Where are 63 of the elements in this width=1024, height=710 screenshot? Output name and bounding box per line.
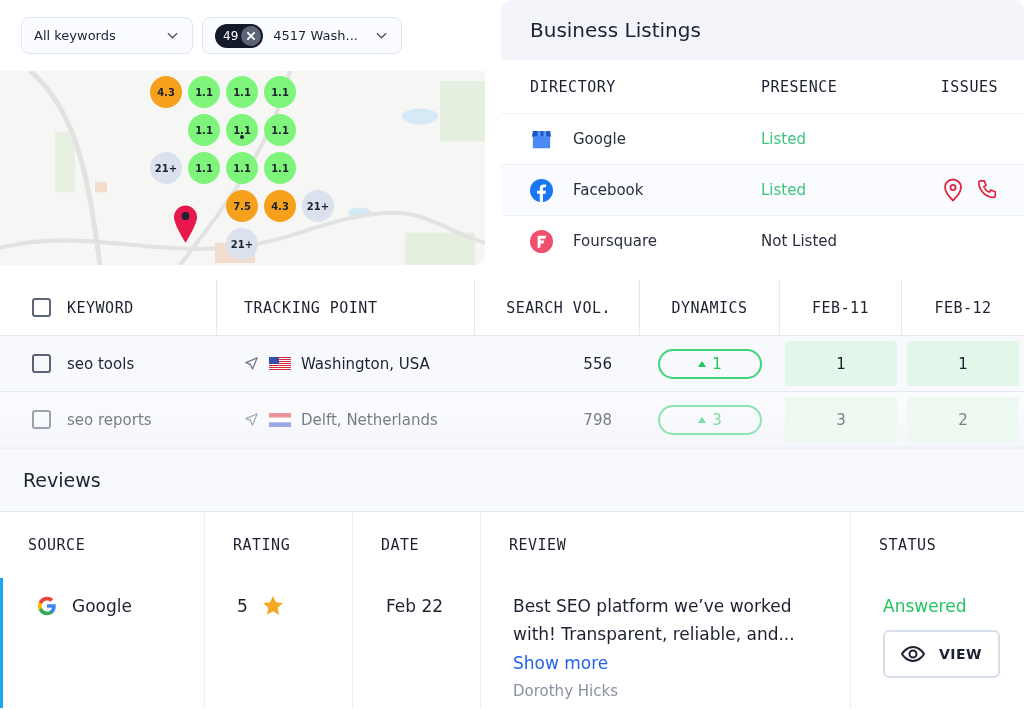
- source-name: Google: [72, 595, 132, 618]
- close-icon[interactable]: [241, 25, 262, 46]
- presence-status: Not Listed: [761, 232, 839, 250]
- column-header: RATING: [233, 536, 291, 554]
- location-text: Delft, Netherlands: [301, 410, 438, 429]
- column-header: DYNAMICS: [671, 298, 748, 317]
- position-cell: 1: [907, 341, 1019, 386]
- directory-name: Google: [573, 130, 626, 148]
- checkbox[interactable]: [32, 354, 51, 373]
- keyword-text: seo reports: [67, 410, 152, 429]
- column-header: KEYWORD: [67, 298, 134, 317]
- show-more-link[interactable]: Show more: [513, 648, 609, 678]
- navigation-arrow-icon: [244, 356, 259, 371]
- location-pin-icon[interactable]: [942, 178, 964, 202]
- google-icon: [36, 595, 58, 617]
- column-header: DIRECTORY: [530, 77, 617, 96]
- location-pin-icon: [174, 205, 197, 243]
- chevron-down-icon: [375, 31, 387, 40]
- column-header: ISSUES: [939, 77, 998, 96]
- flag-icon: [269, 412, 291, 427]
- column-header: SEARCH VOL.: [506, 298, 611, 317]
- keyword-text: seo tools: [67, 354, 135, 373]
- column-header: FEB-12: [934, 298, 992, 317]
- search-volume: 556: [583, 354, 612, 373]
- directory-name: Facebook: [573, 181, 644, 199]
- column-header: SOURCE: [28, 536, 86, 554]
- location-text: Washington, USA: [301, 354, 430, 373]
- search-volume: 798: [583, 410, 612, 429]
- presence-status: Listed: [761, 130, 807, 148]
- filter-dropdown[interactable]: 49 4517 Wash...: [202, 17, 402, 54]
- section-title: Reviews: [23, 469, 101, 491]
- column-header: TRACKING POINT: [244, 298, 378, 317]
- position-cell: 3: [785, 397, 897, 442]
- column-header: DATE: [381, 536, 420, 554]
- flag-icon: [269, 356, 291, 371]
- filter-dropdown[interactable]: All keywords: [21, 17, 193, 54]
- review-status: Answered: [883, 595, 967, 618]
- chevron-down-icon: [167, 31, 178, 40]
- rating-value: 5: [237, 595, 248, 618]
- navigation-arrow-icon: [244, 412, 259, 427]
- dynamics-pill: 1: [658, 348, 762, 379]
- column-header: STATUS: [879, 536, 937, 554]
- caret-up-icon: [698, 360, 707, 367]
- presence-status: Listed: [761, 181, 807, 199]
- review-date: Feb 22: [386, 595, 444, 618]
- star-icon: [261, 595, 284, 617]
- column-header: REVIEW: [509, 536, 567, 554]
- column-header: FEB-11: [811, 298, 870, 317]
- checkbox[interactable]: [32, 410, 51, 429]
- checkbox[interactable]: [32, 298, 51, 317]
- view-button[interactable]: VIEW: [883, 630, 1001, 678]
- directory-name: Foursquare: [573, 232, 658, 250]
- count-text: 49: [223, 28, 239, 43]
- column-header: PRESENCE: [761, 77, 839, 96]
- position-cell: 1: [785, 341, 897, 386]
- caret-up-icon: [698, 416, 707, 423]
- card-title: Business Listings: [530, 18, 701, 42]
- author-name: Dorothy Hicks: [513, 681, 618, 702]
- dynamics-pill: 3: [658, 404, 762, 435]
- position-cell: 2: [907, 397, 1019, 442]
- foursquare-icon: [530, 229, 553, 253]
- facebook-icon: [530, 178, 553, 202]
- review-text: Best SEO platform we’ve worked with! Transparent, reliable, and...: [513, 595, 796, 646]
